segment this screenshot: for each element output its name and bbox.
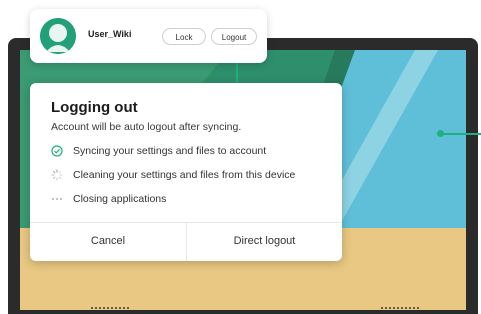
- cancel-button[interactable]: Cancel: [30, 229, 186, 253]
- step-item: Cleaning your settings and files from th…: [51, 168, 295, 182]
- dialog-subtitle: Account will be auto logout after syncin…: [51, 121, 242, 133]
- step-item: Closing applications: [51, 192, 166, 206]
- callout-line-right: [441, 133, 481, 135]
- spinner-icon: [51, 169, 63, 181]
- lock-button[interactable]: Lock: [162, 28, 206, 45]
- step-label: Closing applications: [73, 193, 167, 205]
- dialog-title: Logging out: [51, 99, 138, 116]
- logout-dialog: Logging out Account will be auto logout …: [30, 83, 342, 261]
- step-item: Syncing your settings and files to accou…: [51, 144, 266, 158]
- check-circle-icon: [51, 145, 63, 157]
- step-label: Syncing your settings and files to accou…: [73, 145, 267, 157]
- user-avatar-icon[interactable]: [40, 18, 76, 54]
- ellipsis-icon: [51, 193, 63, 205]
- username-label: User_Wiki: [88, 29, 132, 39]
- user-account-popup: User_Wiki Lock Logout: [30, 9, 267, 63]
- logout-button[interactable]: Logout: [211, 28, 257, 45]
- step-label: Cleaning your settings and files from th…: [73, 169, 296, 181]
- direct-logout-button[interactable]: Direct logout: [187, 229, 342, 253]
- callout-dot: [437, 130, 444, 137]
